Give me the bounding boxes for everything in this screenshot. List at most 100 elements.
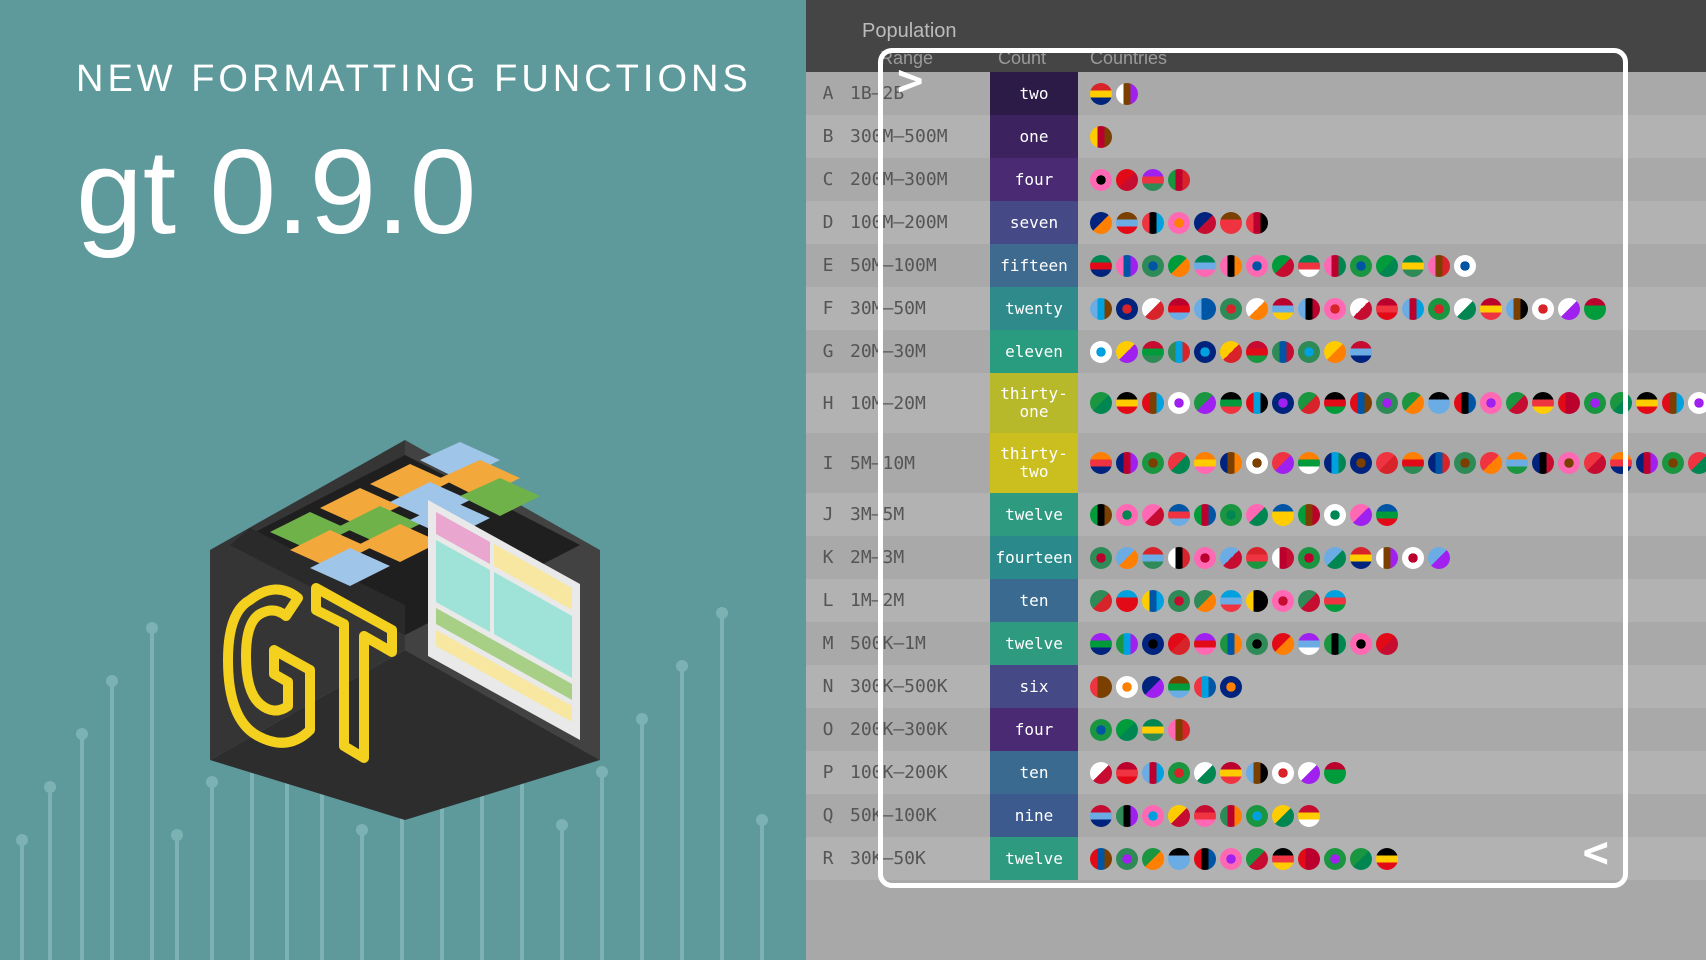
flag-icon <box>1350 392 1372 414</box>
flag-icon <box>1272 590 1294 612</box>
flag-icon <box>1376 298 1398 320</box>
flag-icon <box>1142 341 1164 363</box>
hero-panel: NEW FORMATTING FUNCTIONS gt 0.9.0 <box>0 0 806 960</box>
row-flags <box>1078 719 1706 741</box>
row-index: C <box>806 169 850 190</box>
row-flags <box>1078 298 1706 320</box>
flag-icon <box>1298 590 1320 612</box>
row-flags <box>1078 504 1706 526</box>
flag-icon <box>1610 452 1632 474</box>
table-row: R30K–50Ktwelve <box>806 837 1706 880</box>
row-flags <box>1078 392 1706 414</box>
flag-icon <box>1142 676 1164 698</box>
row-index: I <box>806 453 850 474</box>
flag-icon <box>1246 633 1268 655</box>
row-count: ten <box>990 579 1078 622</box>
flag-icon <box>1324 504 1346 526</box>
flag-icon <box>1116 212 1138 234</box>
flag-icon <box>1194 341 1216 363</box>
row-count: seven <box>990 201 1078 244</box>
header-count: Count <box>998 48 1046 69</box>
table-row: A1B–2Btwo <box>806 72 1706 115</box>
flag-icon <box>1090 805 1112 827</box>
table-row: P100K–200Kten <box>806 751 1706 794</box>
row-index: H <box>806 393 850 414</box>
flag-icon <box>1298 341 1320 363</box>
flag-icon <box>1298 255 1320 277</box>
flag-icon <box>1220 633 1242 655</box>
flag-icon <box>1116 83 1138 105</box>
flag-icon <box>1090 676 1112 698</box>
flag-icon <box>1246 452 1268 474</box>
flag-icon <box>1324 547 1346 569</box>
row-index: P <box>806 762 850 783</box>
row-flags <box>1078 452 1706 474</box>
flag-icon <box>1324 255 1346 277</box>
table-header: Population Range Count Countries <box>806 0 1706 72</box>
row-flags <box>1078 126 1706 148</box>
flag-icon <box>1220 212 1242 234</box>
flag-icon <box>1090 504 1112 526</box>
flag-icon <box>1298 392 1320 414</box>
table-row: F30M–50Mtwenty <box>806 287 1706 330</box>
row-count: two <box>990 72 1078 115</box>
flag-icon <box>1090 452 1112 474</box>
hero-title: gt 0.9.0 <box>76 132 476 252</box>
flag-icon <box>1428 452 1450 474</box>
table-row: H10M–20Mthirty-one <box>806 373 1706 433</box>
flag-icon <box>1584 392 1606 414</box>
flag-icon <box>1246 547 1268 569</box>
table-row: M500K–1Mtwelve <box>806 622 1706 665</box>
flag-icon <box>1168 719 1190 741</box>
flag-icon <box>1298 298 1320 320</box>
row-count: thirty-two <box>990 433 1078 493</box>
row-count: twelve <box>990 622 1078 665</box>
flag-icon <box>1584 452 1606 474</box>
flag-icon <box>1194 762 1216 784</box>
row-range: 30K–50K <box>850 848 990 869</box>
flag-icon <box>1116 392 1138 414</box>
row-index: F <box>806 298 850 319</box>
flag-icon <box>1636 392 1658 414</box>
flag-icon <box>1116 298 1138 320</box>
flag-icon <box>1376 848 1398 870</box>
flag-icon <box>1168 255 1190 277</box>
flag-icon <box>1168 212 1190 234</box>
row-range: 20M–30M <box>850 341 990 362</box>
flag-icon <box>1090 83 1112 105</box>
flag-icon <box>1116 452 1138 474</box>
row-range: 1M–2M <box>850 590 990 611</box>
flag-icon <box>1376 452 1398 474</box>
flag-icon <box>1246 255 1268 277</box>
row-range: 100M–200M <box>850 212 990 233</box>
flag-icon <box>1142 719 1164 741</box>
flag-icon <box>1220 590 1242 612</box>
flag-icon <box>1142 298 1164 320</box>
flag-icon <box>1298 848 1320 870</box>
row-count: ten <box>990 751 1078 794</box>
flag-icon <box>1090 719 1112 741</box>
flag-icon <box>1168 298 1190 320</box>
flag-icon <box>1480 392 1502 414</box>
flag-icon <box>1246 590 1268 612</box>
row-range: 10M–20M <box>850 393 990 414</box>
flag-icon <box>1324 762 1346 784</box>
flag-icon <box>1246 212 1268 234</box>
row-index: A <box>806 83 850 104</box>
flag-icon <box>1454 255 1476 277</box>
flag-icon <box>1194 298 1216 320</box>
row-range: 100K–200K <box>850 762 990 783</box>
flag-icon <box>1376 255 1398 277</box>
flag-icon <box>1116 805 1138 827</box>
flag-icon <box>1220 255 1242 277</box>
table-row: O200K–300Kfour <box>806 708 1706 751</box>
flag-icon <box>1246 848 1268 870</box>
row-index: R <box>806 848 850 869</box>
flag-icon <box>1142 633 1164 655</box>
table-row: D100M–200Mseven <box>806 201 1706 244</box>
flag-icon <box>1454 298 1476 320</box>
row-range: 3M–5M <box>850 504 990 525</box>
flag-icon <box>1324 633 1346 655</box>
flag-icon <box>1246 392 1268 414</box>
flag-icon <box>1428 255 1450 277</box>
